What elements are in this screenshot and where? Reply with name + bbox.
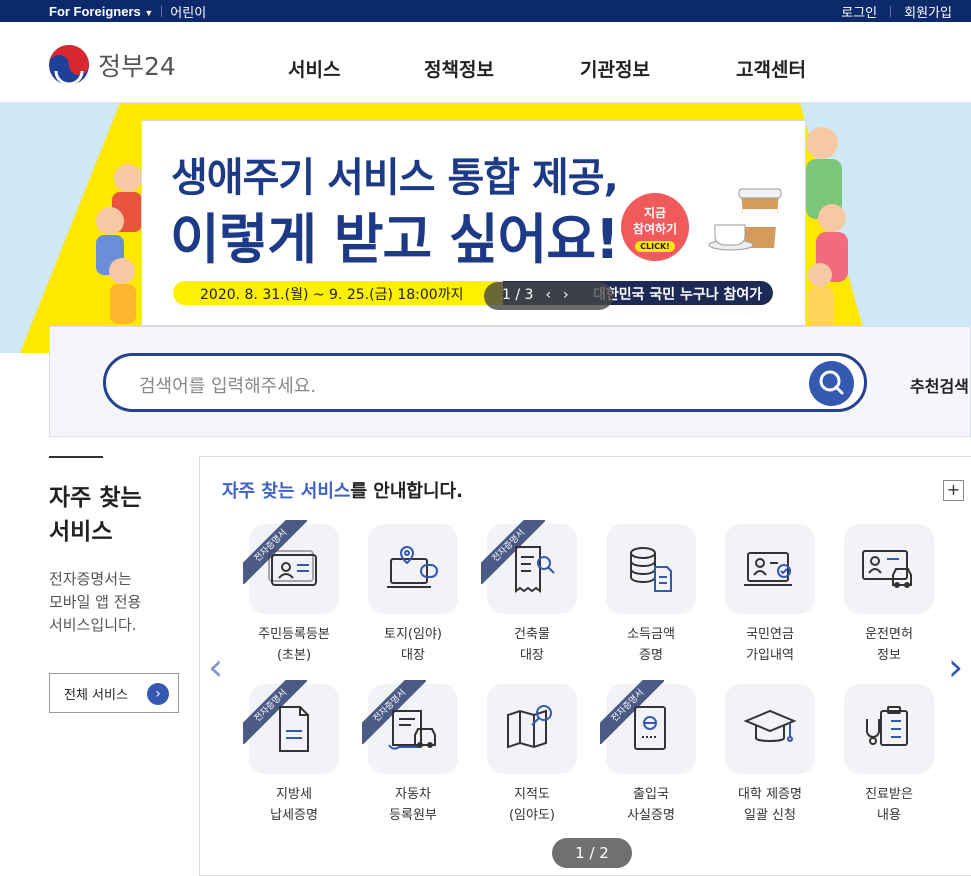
service-tile-immigration-certificate[interactable]: 전자증명서 xyxy=(600,680,696,774)
map-pin-laptop-icon xyxy=(387,546,438,588)
license-car-icon xyxy=(862,550,912,588)
id-card-icon xyxy=(268,550,317,586)
service-tile-local-tax[interactable]: 전자증명서 xyxy=(243,680,339,774)
nav-policy-info[interactable]: 정책정보 xyxy=(424,55,494,82)
sidebar-title-line1: 자주 찾는 xyxy=(49,485,142,511)
for-foreigners-label: For Foreigners xyxy=(49,4,141,19)
divider xyxy=(161,6,163,17)
service-tile-cadastral-map[interactable] xyxy=(487,684,577,774)
banner-next-button[interactable]: › xyxy=(563,287,569,310)
service-label[interactable]: 자동차 등록원부 xyxy=(353,784,473,826)
service-label[interactable]: 지적도 (임야도) xyxy=(472,784,592,826)
participate-badge[interactable]: 지금 참여하기 CLICK! xyxy=(621,193,689,261)
service-label[interactable]: 출입국 사실증명 xyxy=(591,784,711,826)
pension-laptop-icon xyxy=(744,552,792,586)
car-register-icon xyxy=(388,710,436,750)
service-tile-income-certificate[interactable] xyxy=(606,524,696,614)
nav-service[interactable]: 서비스 xyxy=(288,55,340,82)
logo-text: 정부24 xyxy=(98,52,176,81)
passport-icon xyxy=(634,706,666,750)
nav-customer-center[interactable]: 고객센터 xyxy=(736,55,806,82)
service-tile-medical-records[interactable] xyxy=(844,684,934,774)
divider xyxy=(890,6,892,17)
service-label[interactable]: 주민등록등본 (초본) xyxy=(234,624,354,666)
service-tile-university-certificate[interactable] xyxy=(725,684,815,774)
kids-link[interactable]: 어린이 xyxy=(170,2,206,21)
banner-title-line2: 이렇게 받고 싶어요! xyxy=(170,208,620,271)
service-label[interactable]: 진료받은 내용 xyxy=(829,784,949,826)
more-plus-button[interactable]: + xyxy=(943,480,964,501)
medical-clipboard-icon xyxy=(866,706,908,746)
service-tile-car-registration[interactable]: 전자증명서 xyxy=(362,680,458,774)
event-date-bar: 2020. 8. 31.(월) ~ 9. 25.(금) 18:00까지 대한민국… xyxy=(173,281,773,305)
sidebar-desc-line1: 전자증명서는 xyxy=(49,570,132,588)
banner-prev-button[interactable]: ‹ xyxy=(545,287,551,310)
heading-rest: 를 안내합니다. xyxy=(350,481,463,502)
service-tile-national-pension[interactable] xyxy=(725,524,815,614)
sidebar-desc-line3: 서비스입니다. xyxy=(49,616,137,634)
caret-down-icon: ▼ xyxy=(144,8,154,18)
badge-line2: 참여하기 xyxy=(632,222,678,236)
graduation-cap-icon xyxy=(743,709,797,742)
map-magnifier-icon xyxy=(507,705,552,749)
banner-counter: 1 / 3 xyxy=(502,287,534,303)
coffee-cup-icon xyxy=(708,188,782,251)
family-illustration-left xyxy=(96,164,142,324)
services-pager: 1 / 2 xyxy=(552,838,632,868)
recommended-search-label[interactable]: 추천검색 xyxy=(910,373,969,397)
sidebar-description: 전자증명서는 모바일 앱 전용 서비스입니다. xyxy=(49,568,141,637)
service-label[interactable]: 건축물 대장 xyxy=(472,624,592,666)
main-header: 정부24 서비스 정책정보 기관정보 고객센터 xyxy=(0,22,971,103)
top-utility-bar: For Foreigners ▼ 어린이 로그인 회원가입 xyxy=(0,0,971,22)
gov24-logo[interactable]: 정부24 xyxy=(48,44,176,86)
sidebar-title-line2: 서비스 xyxy=(49,519,113,545)
database-document-icon xyxy=(630,547,672,592)
service-label[interactable]: 운전면허 정보 xyxy=(829,624,949,666)
signup-link[interactable]: 회원가입 xyxy=(904,2,952,21)
for-foreigners-menu[interactable]: For Foreigners ▼ xyxy=(49,4,153,19)
event-date-text: 2020. 8. 31.(월) ~ 9. 25.(금) 18:00까지 xyxy=(200,287,464,303)
services-prev-button[interactable]: ‹ xyxy=(208,645,223,689)
service-tile-driver-license[interactable] xyxy=(844,524,934,614)
badge-click: CLICK! xyxy=(635,241,675,252)
heading-highlight: 자주 찾는 서비스 xyxy=(222,481,351,502)
service-label[interactable]: 소득금액 증명 xyxy=(591,624,711,666)
all-services-label: 전체 서비스 xyxy=(64,688,128,703)
login-link[interactable]: 로그인 xyxy=(841,2,877,21)
tax-document-icon xyxy=(279,706,309,752)
badge-line1: 지금 xyxy=(643,206,667,220)
search-placeholder: 검색어를 입력해주세요. xyxy=(139,376,317,397)
sidebar-title: 자주 찾는 서비스 xyxy=(49,481,142,549)
sidebar-divider xyxy=(49,456,103,458)
service-label[interactable]: 국민연금 가입내역 xyxy=(710,624,830,666)
taegeuk-logo-icon xyxy=(49,45,89,86)
service-tile-resident-registration[interactable]: 전자증명서 xyxy=(243,520,339,614)
nav-agency-info[interactable]: 기관정보 xyxy=(580,55,650,82)
all-services-button[interactable]: 전체 서비스 › xyxy=(49,673,179,713)
search-input[interactable]: 검색어를 입력해주세요. xyxy=(103,353,867,412)
service-label[interactable]: 대학 제증명 일괄 신청 xyxy=(710,784,830,826)
document-search-icon xyxy=(515,546,555,593)
arrow-right-icon: › xyxy=(147,683,169,705)
service-tile-building-register[interactable]: 전자증명서 xyxy=(481,520,577,614)
search-icon xyxy=(819,370,844,395)
service-label[interactable]: 토지(임야) 대장 xyxy=(353,624,473,666)
services-next-button[interactable]: › xyxy=(948,645,963,689)
section-heading: 자주 찾는 서비스를 안내합니다. xyxy=(222,477,463,503)
service-tile-land-register[interactable] xyxy=(368,524,458,614)
service-label[interactable]: 지방세 납세증명 xyxy=(234,784,354,826)
sidebar-desc-line2: 모바일 앱 전용 xyxy=(49,593,142,611)
banner-pager: 1 / 3 ‹ › xyxy=(484,282,613,310)
search-button[interactable] xyxy=(809,361,854,406)
